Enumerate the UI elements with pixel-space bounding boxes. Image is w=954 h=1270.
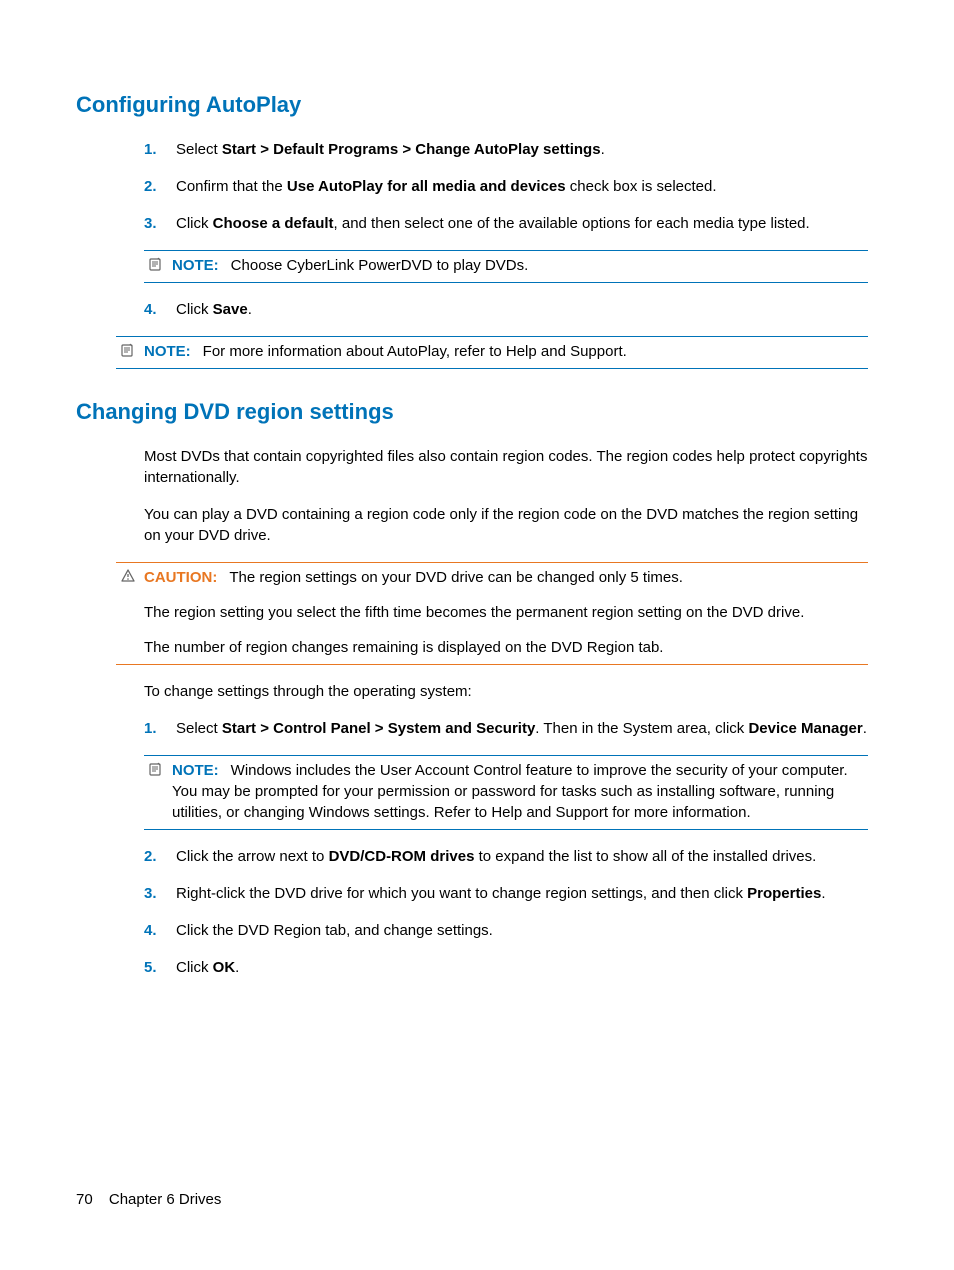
note-label: NOTE:	[172, 762, 219, 779]
ordered-list-autoplay-cont: 4. Click Save.	[144, 299, 868, 320]
step-number: 2.	[144, 176, 176, 197]
caution-content: CAUTION: The region settings on your DVD …	[140, 567, 868, 658]
list-item: 1. Select Start > Control Panel > System…	[144, 718, 868, 739]
note-text: Choose CyberLink PowerDVD to play DVDs.	[231, 257, 529, 274]
step-text-post: check box is selected.	[566, 178, 717, 195]
step-number: 4.	[144, 299, 176, 320]
list-item: 2. Click the arrow next to DVD/CD-ROM dr…	[144, 846, 868, 867]
step-text-pre: Select	[176, 141, 222, 158]
list-item: 3. Right-click the DVD drive for which y…	[144, 883, 868, 904]
step-body: Right-click the DVD drive for which you …	[176, 883, 868, 904]
step-text-pre: Click the arrow next to	[176, 848, 329, 865]
note-icon	[144, 760, 168, 777]
paragraph: You can play a DVD containing a region c…	[144, 504, 868, 546]
step-text-post: .	[601, 141, 605, 158]
page-footer: 70 Chapter 6 Drives	[76, 1189, 221, 1210]
note-content: NOTE: For more information about AutoPlay…	[140, 341, 868, 362]
step-text-bold: Use AutoPlay for all media and devices	[287, 178, 566, 195]
note-content: NOTE:Windows includes the User Account C…	[168, 760, 868, 823]
note-icon	[116, 341, 140, 358]
step-text-pre: Right-click the DVD drive for which you …	[176, 885, 747, 902]
step-text-post: .	[863, 720, 867, 737]
step-body: Click Choose a default, and then select …	[176, 213, 868, 234]
list-item: 2. Confirm that the Use AutoPlay for all…	[144, 176, 868, 197]
step-text-bold: Properties	[747, 885, 821, 902]
step-text-bold: Device Manager	[748, 720, 862, 737]
step-text-bold: Start > Control Panel > System and Secur…	[222, 720, 535, 737]
step-text-pre: Click	[176, 215, 213, 232]
caution-text: The region setting you select the fifth …	[144, 602, 868, 623]
step-number: 3.	[144, 213, 176, 234]
step-body: Click the arrow next to DVD/CD-ROM drive…	[176, 846, 868, 867]
list-item: 1. Select Start > Default Programs > Cha…	[144, 139, 868, 160]
step-body: Select Start > Control Panel > System an…	[176, 718, 868, 739]
step-number: 1.	[144, 718, 176, 739]
heading-configuring-autoplay: Configuring AutoPlay	[76, 90, 868, 121]
step-body: Click OK.	[176, 957, 868, 978]
note-text: Windows includes the User Account Contro…	[172, 762, 848, 821]
note-label: NOTE:	[144, 343, 191, 360]
ordered-list-region-cont: 2. Click the arrow next to DVD/CD-ROM dr…	[144, 846, 868, 978]
note-box: NOTE: Choose CyberLink PowerDVD to play D…	[144, 250, 868, 283]
step-body: Select Start > Default Programs > Change…	[176, 139, 868, 160]
caution-text: The region settings on your DVD drive ca…	[229, 569, 683, 586]
step-number: 3.	[144, 883, 176, 904]
step-text-post: .	[235, 959, 239, 976]
step-text-bold: OK	[213, 959, 236, 976]
step-body: Click the DVD Region tab, and change set…	[176, 920, 868, 941]
caution-box: CAUTION: The region settings on your DVD …	[116, 562, 868, 665]
step-number: 1.	[144, 139, 176, 160]
step-text-bold: Start > Default Programs > Change AutoPl…	[222, 141, 601, 158]
step-text-pre: Select	[176, 720, 222, 737]
step-number: 4.	[144, 920, 176, 941]
list-item: 5. Click OK.	[144, 957, 868, 978]
ordered-list-autoplay: 1. Select Start > Default Programs > Cha…	[144, 139, 868, 234]
step-body: Confirm that the Use AutoPlay for all me…	[176, 176, 868, 197]
note-label: NOTE:	[172, 257, 219, 274]
step-text-bold: DVD/CD-ROM drives	[329, 848, 475, 865]
step-text-pre: Click	[176, 301, 213, 318]
step-text-post: to expand the list to show all of the in…	[474, 848, 816, 865]
step-text-post: .	[821, 885, 825, 902]
step-text-post: .	[248, 301, 252, 318]
note-content: NOTE: Choose CyberLink PowerDVD to play D…	[168, 255, 868, 276]
note-box: NOTE:Windows includes the User Account C…	[144, 755, 868, 830]
step-text-mid: . Then in the System area, click	[535, 720, 748, 737]
list-item: 4. Click Save.	[144, 299, 868, 320]
page-number: 70	[76, 1191, 93, 1208]
step-text-pre: Click	[176, 959, 213, 976]
list-item: 3. Click Choose a default, and then sele…	[144, 213, 868, 234]
paragraph: To change settings through the operating…	[144, 681, 868, 702]
caution-label: CAUTION:	[144, 569, 217, 586]
paragraph: Most DVDs that contain copyrighted files…	[144, 446, 868, 488]
note-box: NOTE: For more information about AutoPlay…	[116, 336, 868, 369]
step-number: 2.	[144, 846, 176, 867]
note-text: For more information about AutoPlay, ref…	[203, 343, 627, 360]
list-item: 4. Click the DVD Region tab, and change …	[144, 920, 868, 941]
ordered-list-region: 1. Select Start > Control Panel > System…	[144, 718, 868, 739]
step-number: 5.	[144, 957, 176, 978]
note-icon	[144, 255, 168, 272]
chapter-label: Chapter 6 Drives	[109, 1191, 222, 1208]
step-body: Click Save.	[176, 299, 868, 320]
caution-text: The number of region changes remaining i…	[144, 637, 868, 658]
step-text-bold: Choose a default	[213, 215, 334, 232]
step-text-pre: Confirm that the	[176, 178, 287, 195]
step-text-post: , and then select one of the available o…	[334, 215, 810, 232]
heading-dvd-region: Changing DVD region settings	[76, 397, 868, 428]
caution-icon	[116, 567, 140, 584]
step-text-bold: Save	[213, 301, 248, 318]
